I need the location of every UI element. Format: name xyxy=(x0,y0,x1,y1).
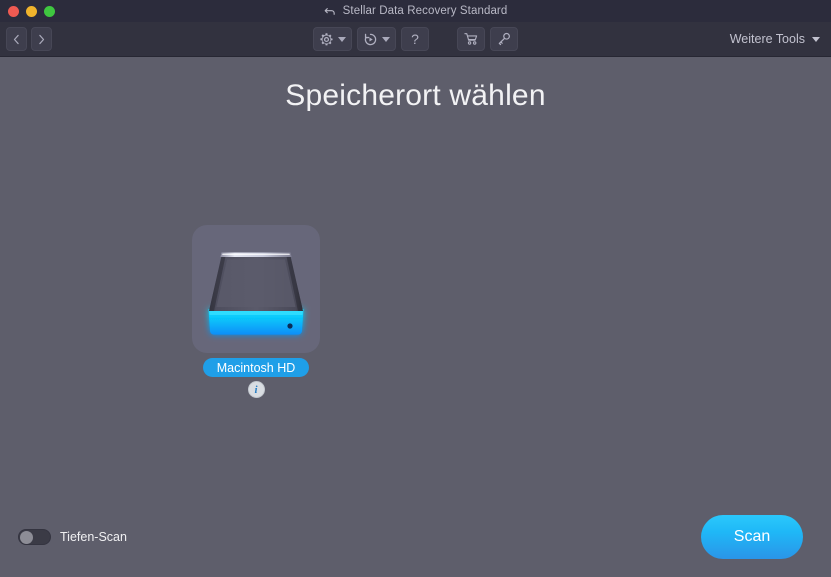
chevron-down-icon xyxy=(338,36,346,42)
drive-selection-tile[interactable] xyxy=(192,225,320,353)
buy-now-button[interactable] xyxy=(457,27,485,51)
drive-item[interactable]: Macintosh HD i xyxy=(192,225,320,398)
toggle-knob xyxy=(20,531,33,544)
chevron-down-icon xyxy=(382,36,390,42)
deep-scan-label: Tiefen-Scan xyxy=(60,530,127,544)
more-tools-menu[interactable]: Weitere Tools xyxy=(730,27,820,51)
more-tools-label: Weitere Tools xyxy=(729,32,805,46)
toolbar: ? Weitere Tools xyxy=(0,22,831,57)
main-content: Speicherort wählen Macintosh HD i Tiefen… xyxy=(0,57,831,577)
chevron-down-icon xyxy=(812,36,820,42)
toolbar-center-group: ? xyxy=(0,27,831,51)
app-window: Stellar Data Recovery Standard ? Weitere… xyxy=(0,0,831,577)
title-bar-center: Stellar Data Recovery Standard xyxy=(0,0,831,22)
title-bar: Stellar Data Recovery Standard xyxy=(0,0,831,22)
help-button[interactable]: ? xyxy=(401,27,429,51)
deep-scan-toggle[interactable] xyxy=(18,529,51,545)
gear-icon xyxy=(320,32,333,45)
drive-label[interactable]: Macintosh HD xyxy=(203,358,309,377)
resume-recovery-icon xyxy=(364,33,377,45)
back-arrow-icon xyxy=(324,5,337,18)
page-title: Speicherort wählen xyxy=(285,79,546,112)
deep-scan-control[interactable]: Tiefen-Scan xyxy=(18,529,127,545)
key-icon xyxy=(498,32,510,46)
activate-key-button[interactable] xyxy=(490,27,518,51)
hard-drive-icon xyxy=(208,252,304,335)
window-title: Stellar Data Recovery Standard xyxy=(342,5,508,17)
settings-button[interactable] xyxy=(313,27,352,51)
scan-button[interactable]: Scan xyxy=(701,515,803,559)
shopping-cart-icon xyxy=(464,33,478,45)
drive-info-icon[interactable]: i xyxy=(247,381,265,398)
resume-recovery-button[interactable] xyxy=(357,27,396,51)
